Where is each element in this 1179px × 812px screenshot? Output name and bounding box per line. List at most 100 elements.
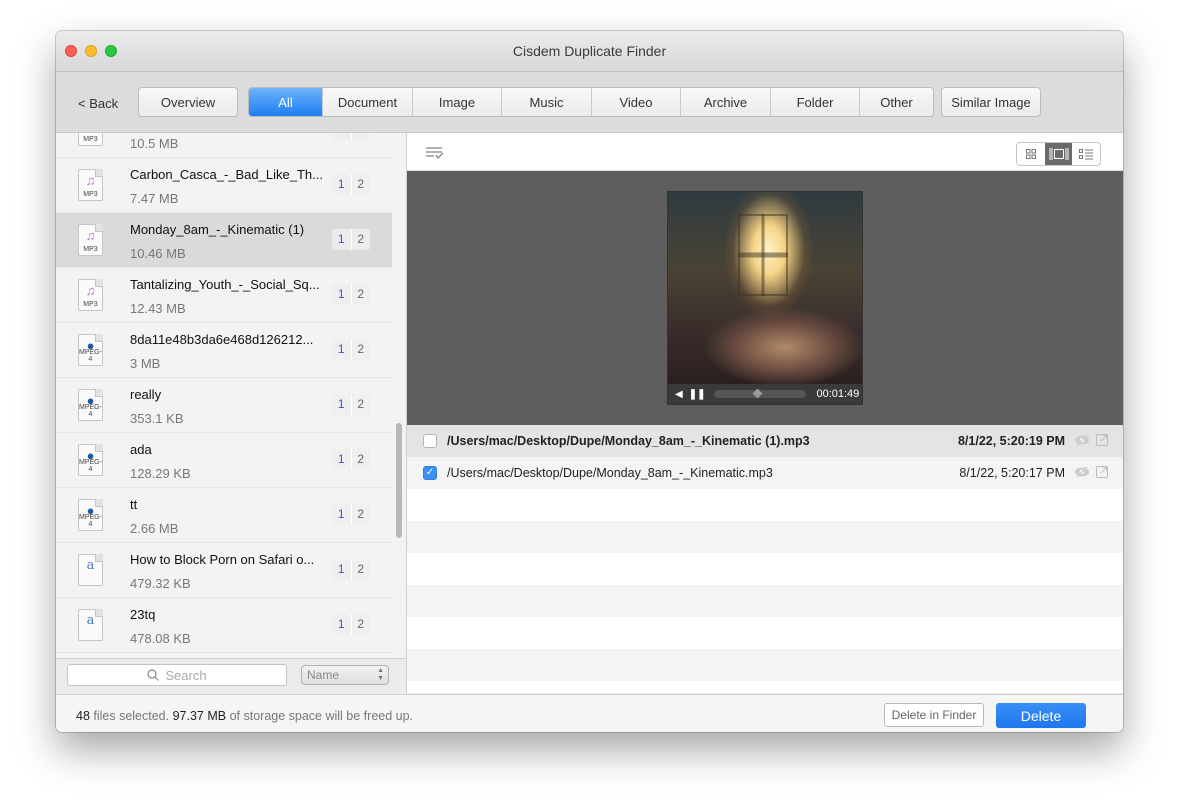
open-external-icon[interactable] bbox=[1096, 433, 1108, 451]
similar-image-button[interactable]: Similar Image bbox=[941, 87, 1041, 117]
tab-document[interactable]: Document bbox=[322, 88, 412, 116]
file-checkbox[interactable] bbox=[423, 434, 437, 448]
duplicate-count-badge[interactable]: 12 bbox=[332, 174, 370, 195]
mp3-file-icon: ♫MP3 bbox=[78, 279, 103, 311]
sidebar-scrollbar[interactable] bbox=[396, 423, 402, 538]
empty-row bbox=[407, 553, 1123, 585]
tab-image[interactable]: Image bbox=[412, 88, 501, 116]
group-file-size: 7.47 MB bbox=[130, 191, 179, 206]
mp3-file-icon: ♫MP3 bbox=[78, 224, 103, 256]
hide-eye-icon[interactable] bbox=[1074, 433, 1090, 451]
list-icon bbox=[1079, 148, 1094, 159]
duplicate-file-list: /Users/mac/Desktop/Dupe/Monday_8am_-_Kin… bbox=[407, 425, 1123, 693]
player-controls: ◀ ❚❚ 00:01:49 bbox=[668, 384, 862, 404]
tab-video[interactable]: Video bbox=[591, 88, 680, 116]
tab-folder[interactable]: Folder bbox=[770, 88, 859, 116]
file-date: 8/1/22, 5:20:19 PM bbox=[957, 434, 1065, 448]
tab-other[interactable]: Other bbox=[859, 88, 933, 116]
stepper-arrows-icon: ▲ ▼ bbox=[377, 667, 384, 682]
hide-eye-icon[interactable] bbox=[1074, 465, 1090, 483]
window-title: Cisdem Duplicate Finder bbox=[512, 43, 667, 59]
media-preview: ◀ ❚❚ 00:01:49 bbox=[407, 171, 1123, 425]
document-file-icon: a bbox=[78, 609, 103, 641]
duplicate-count-badge[interactable]: 12 bbox=[332, 559, 370, 580]
preview-view-button[interactable] bbox=[1044, 143, 1073, 165]
group-file-name: 23tq bbox=[130, 607, 156, 622]
back-button[interactable]: < Back bbox=[78, 96, 118, 111]
duplicate-count-badge[interactable]: 12 bbox=[332, 229, 370, 250]
duplicate-count-badge[interactable]: 12 bbox=[332, 394, 370, 415]
selection-summary: 48 files selected. 97.37 MB of storage s… bbox=[76, 709, 414, 723]
empty-row bbox=[407, 521, 1123, 553]
group-list-item[interactable]: ● MPEG-4 tt 2.66 MB 1 2 bbox=[56, 488, 392, 543]
category-tabs: All Document Image Music Video Archive F… bbox=[248, 87, 934, 117]
empty-row bbox=[407, 617, 1123, 649]
duplicate-count-badge[interactable]: 12 bbox=[332, 133, 370, 140]
status-bar: 48 files selected. 97.37 MB of storage s… bbox=[56, 694, 1123, 732]
group-list-item[interactable]: a How to Block Porn on Safari o... 479.32 … bbox=[56, 543, 392, 598]
group-file-name: How to Block Porn on Safari o... bbox=[130, 552, 315, 567]
group-file-name: 8da11e48b3da6e468d126212... bbox=[130, 332, 314, 347]
duplicate-count-badge[interactable]: 12 bbox=[332, 284, 370, 305]
group-list-item[interactable]: ♫ MP3 Carbon_Casca_-_Bad_Like_Th... 7.47 MB… bbox=[56, 158, 392, 213]
grid-view-button[interactable] bbox=[1017, 143, 1045, 165]
file-checkbox[interactable]: ✓ bbox=[423, 466, 437, 480]
title-bar: Cisdem Duplicate Finder bbox=[56, 31, 1123, 72]
sort-value: Name bbox=[307, 668, 340, 682]
group-file-name: Tantalizing_Youth_-_Social_Sq... bbox=[130, 277, 320, 292]
selected-count: 48 bbox=[76, 709, 90, 723]
video-file-icon: ● MPEG-4 bbox=[78, 389, 103, 421]
file-date: 8/1/22, 5:20:17 PM bbox=[959, 466, 1065, 480]
scrubber-knob[interactable] bbox=[753, 388, 763, 399]
group-file-size: 10.5 MB bbox=[130, 136, 179, 151]
file-row[interactable]: /Users/mac/Desktop/Dupe/Monday_8am_-_Kin… bbox=[407, 425, 1123, 457]
view-mode-switch bbox=[1016, 142, 1101, 166]
mp3-file-icon: ♫MP3 bbox=[78, 169, 103, 201]
open-external-icon[interactable] bbox=[1096, 465, 1108, 483]
file-path: /Users/mac/Desktop/Dupe/Monday_8am_-_Kin… bbox=[447, 434, 810, 448]
playback-time: 00:01:49 bbox=[816, 388, 860, 400]
empty-row bbox=[407, 649, 1123, 681]
list-view-button[interactable] bbox=[1072, 143, 1100, 165]
duplicate-count-badge[interactable]: 12 bbox=[332, 614, 370, 635]
playback-scrubber[interactable] bbox=[714, 388, 807, 399]
detail-toolbar bbox=[407, 133, 1123, 171]
duplicate-count-badge[interactable]: 12 bbox=[332, 449, 370, 470]
mp3-file-icon: ♫MP3 bbox=[78, 133, 103, 146]
group-list-item[interactable]: ● MPEG-4 really 353.1 KB 1 2 bbox=[56, 378, 392, 433]
auto-select-icon[interactable] bbox=[426, 146, 444, 164]
empty-row bbox=[407, 585, 1123, 617]
search-placeholder: Search bbox=[165, 667, 207, 683]
group-list-item[interactable]: ♫ MP3 Tantalizing_Youth_-_Social_Sq... 12.4… bbox=[56, 268, 392, 323]
toolbar: < Back Overview All Document Image Music… bbox=[56, 72, 1123, 133]
freed-size: 97.37 MB bbox=[172, 709, 227, 723]
delete-in-finder-button[interactable]: Delete in Finder bbox=[884, 703, 984, 727]
tab-all[interactable]: All bbox=[249, 88, 322, 116]
group-file-size: 2.66 MB bbox=[130, 521, 179, 536]
group-file-name: ada bbox=[130, 442, 152, 457]
tab-music[interactable]: Music bbox=[501, 88, 591, 116]
group-list-item[interactable]: a 23tq 478.08 KB 1 2 bbox=[56, 598, 392, 653]
detail-pane: ◀ ❚❚ 00:01:49 /Users/mac/Desktop/Dupe/Mo… bbox=[407, 133, 1123, 693]
search-icon bbox=[147, 669, 160, 681]
volume-icon[interactable]: ◀ bbox=[675, 389, 683, 400]
group-list-item[interactable]: ♫ MP3 Monday_8am_-_Kinematic (1) 10.46 MB 1 2 bbox=[56, 213, 392, 268]
duplicate-count-badge[interactable]: 12 bbox=[332, 504, 370, 525]
overview-button[interactable]: Overview bbox=[138, 87, 238, 117]
video-file-icon: ● MPEG-4 bbox=[78, 499, 103, 531]
video-file-icon: ● MPEG-4 bbox=[78, 444, 103, 476]
pause-icon[interactable]: ❚❚ bbox=[689, 389, 706, 400]
file-row[interactable]: ✓ /Users/mac/Desktop/Dupe/Monday_8am_-_Ki… bbox=[407, 457, 1123, 489]
duplicate-count-badge[interactable]: 12 bbox=[332, 339, 370, 360]
tab-archive[interactable]: Archive bbox=[680, 88, 770, 116]
delete-button[interactable]: Delete bbox=[996, 703, 1086, 728]
group-list-item[interactable]: ● MPEG-4 ada 128.29 KB 1 2 bbox=[56, 433, 392, 488]
duplicate-groups-list: ♫MP3 10.5 MB 12 ♫MP3 Carbon_Casca_-_Bad_Like… bbox=[56, 133, 407, 658]
sort-select[interactable]: Name ▲ ▼ bbox=[301, 665, 389, 685]
group-file-size: 12.43 MB bbox=[130, 301, 186, 316]
group-file-size: 479.32 KB bbox=[130, 576, 191, 591]
group-list-item[interactable]: ● MPEG-4 8da11e48b3da6e468d126212... 3 MB 1 2 bbox=[56, 323, 392, 378]
video-file-icon: ● MPEG-4 bbox=[78, 334, 103, 366]
group-list-item[interactable]: ♫MP3 10.5 MB 12 bbox=[56, 133, 392, 158]
search-input[interactable]: Search bbox=[67, 664, 287, 686]
